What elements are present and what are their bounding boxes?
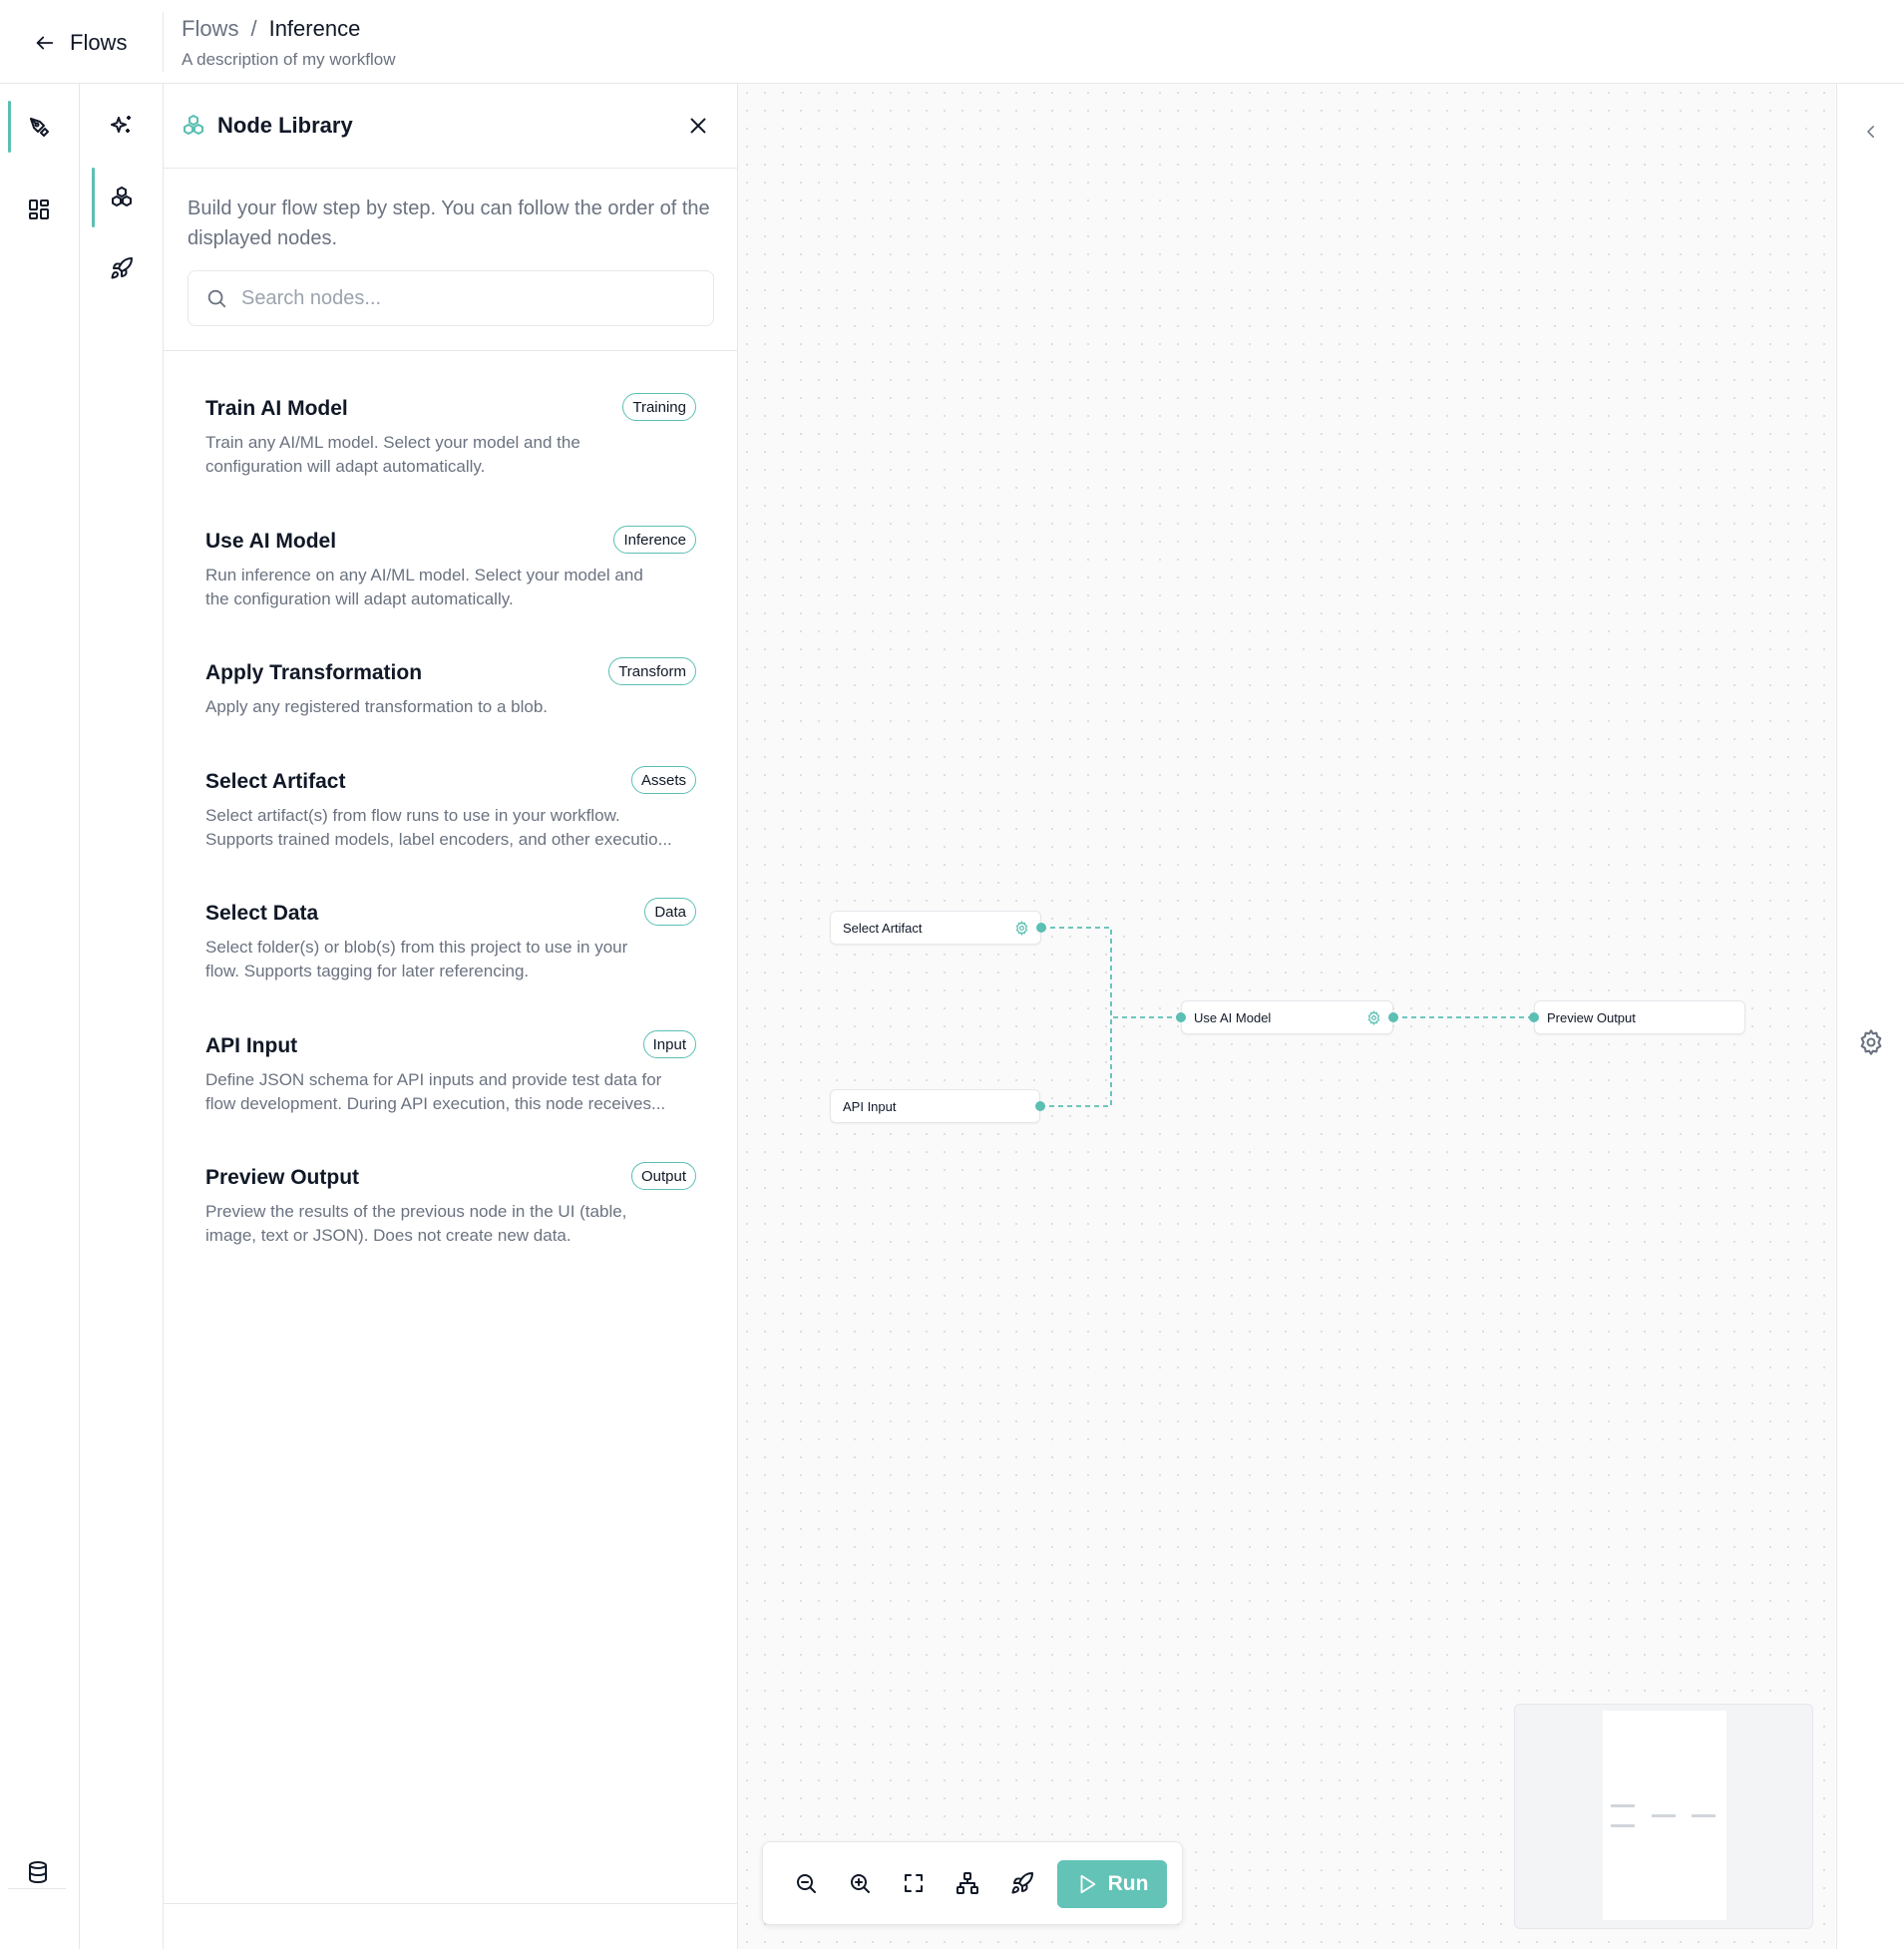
gear-icon [1857,1028,1885,1056]
dashboard-icon [27,197,51,221]
sidebar-item-editor[interactable] [9,99,69,155]
node-category-badge: Input [642,1030,696,1058]
zoom-in-button[interactable] [840,1863,880,1903]
close-panel-button[interactable] [682,110,714,142]
breadcrumb-flows-link[interactable]: Flows [182,16,238,42]
arrow-left-icon [34,32,56,54]
node-category-badge: Output [630,1162,696,1190]
sparkles-icon [110,114,134,138]
zoom-in-icon [848,1871,872,1895]
node-category-badge: Training [622,393,696,421]
auto-layout-button[interactable] [948,1863,987,1903]
canvas-node-label: Use AI Model [1194,1010,1272,1025]
minimap-node [1652,1814,1676,1817]
search-box [188,270,714,326]
node-card-title: Preview Output [205,1166,360,1189]
search-icon [189,287,227,309]
input-handle[interactable] [1529,1012,1539,1022]
minimap-node [1692,1814,1715,1817]
node-library-icon [182,114,205,138]
node-card-title: Select Artifact [205,770,346,793]
node-library-icon [110,186,134,209]
canvas-minimap[interactable] [1514,1704,1813,1929]
flow-canvas[interactable]: Select Artifact API Input Use AI Model P… [738,84,1835,1949]
auto-layout-icon [955,1871,979,1895]
edge-api-input-to-use-ai-model [1040,1017,1112,1107]
run-label: Run [1107,1872,1149,1895]
breadcrumb-separator: / [250,16,257,41]
primary-sidebar [0,84,80,1949]
run-button[interactable]: Run [1057,1860,1167,1908]
rocket-icon [110,256,134,280]
canvas-node-label: Preview Output [1547,1010,1636,1025]
secondary-sidebar [80,84,164,1949]
rocket-icon [1010,1871,1034,1895]
panel-title: Node Library [217,113,353,138]
right-sidebar [1836,84,1904,1949]
back-to-flows-button[interactable]: Flows [34,24,127,62]
node-card-description: Define JSON schema for API inputs and pr… [205,1070,666,1113]
zoom-out-icon [794,1871,818,1895]
fit-view-button[interactable] [894,1863,934,1903]
header-divider [163,12,164,72]
node-library-panel: Node Library Build your flow step by ste… [164,84,738,1949]
node-card-description: Train any AI/ML model. Select your model… [205,433,580,476]
expand-right-panel-button[interactable] [1857,118,1885,146]
node-card-title: Apply Transformation [205,661,423,684]
node-category-badge: Data [644,898,696,926]
chevron-left-icon [1862,123,1880,141]
flow-description: A description of my workflow [182,50,396,69]
node-card-description: Preview the results of the previous node… [205,1202,627,1245]
node-card-description: Select folder(s) or blob(s) from this pr… [205,938,628,980]
input-handle[interactable] [1176,1012,1186,1022]
node-card-description: Select artifact(s) from flow runs to use… [205,806,672,849]
edge-select-artifact-to-use-ai-model [1041,927,1181,1018]
sidebar-item-node-library[interactable] [92,170,152,225]
node-category-badge: Assets [630,766,696,794]
canvas-node-label: Select Artifact [843,921,923,936]
back-label: Flows [70,30,128,55]
output-handle[interactable] [1388,1012,1398,1022]
zoom-out-button[interactable] [786,1863,826,1903]
node-card-title: Select Data [205,902,319,925]
fit-view-icon [902,1871,926,1895]
node-card-title: Use AI Model [205,530,337,553]
gear-icon[interactable] [1366,1010,1381,1025]
canvas-node-api-input[interactable]: API Input [830,1089,1040,1123]
node-card-title: Train AI Model [205,397,348,420]
canvas-node-use-ai-model[interactable]: Use AI Model [1181,1000,1393,1034]
minimap-node [1611,1824,1635,1827]
top-header: Flows Flows / Inference A description of… [0,0,1904,84]
node-card-title: API Input [205,1034,298,1057]
sidebar-item-ai-assistant[interactable] [92,98,152,154]
canvas-node-select-artifact[interactable]: Select Artifact [830,911,1041,945]
canvas-node-label: API Input [843,1099,897,1114]
breadcrumb: Flows / Inference [182,16,360,42]
search-nodes-input[interactable] [239,285,702,311]
panel-intro-text: Build your flow step by step. You can fo… [188,197,710,249]
minimap-node [1611,1804,1635,1807]
node-category-badge: Inference [613,526,696,554]
pen-tool-icon [27,115,51,139]
node-card-description: Apply any registered transformation to a… [205,697,549,716]
sidebar-item-data[interactable] [8,1844,68,1900]
gear-icon[interactable] [1014,921,1029,936]
output-handle[interactable] [1035,1101,1045,1111]
close-icon [687,115,709,137]
panel-footer-divider [164,1903,737,1904]
output-handle[interactable] [1036,923,1046,933]
canvas-node-preview-output[interactable]: Preview Output [1534,1000,1745,1034]
database-icon [26,1860,50,1884]
sidebar-item-dashboard[interactable] [9,182,69,237]
panel-header: Node Library [164,84,737,169]
play-icon [1076,1873,1098,1895]
sidebar-item-deploy[interactable] [92,240,152,296]
flow-settings-button[interactable] [1854,1025,1888,1059]
panel-divider [164,350,737,351]
node-card-description: Run inference on any AI/ML model. Select… [205,566,643,608]
canvas-toolbar: Run [762,1841,1183,1925]
deploy-button[interactable] [1002,1863,1042,1903]
node-category-badge: Transform [608,657,696,685]
breadcrumb-current: Inference [268,16,361,41]
